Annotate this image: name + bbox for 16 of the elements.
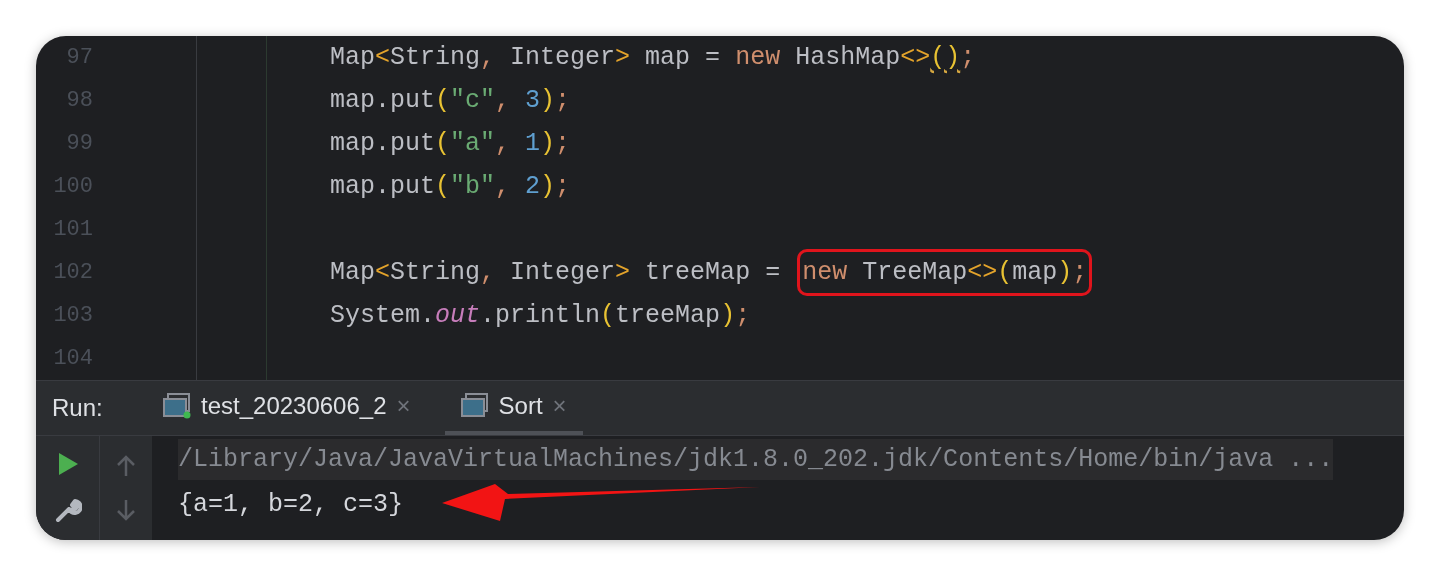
wrench-icon[interactable] — [53, 496, 82, 524]
console-icon — [460, 393, 489, 419]
code-line: Map<String, Integer> map = new HashMap<>(); — [330, 41, 976, 74]
highlighted-code: new TreeMap<>(map); — [797, 248, 1093, 297]
run-label: Run: — [52, 393, 104, 423]
code-line: map.put("b", 2); — [330, 170, 571, 203]
run-icon[interactable] — [56, 452, 79, 476]
code-line: map.put("c", 3); — [330, 84, 571, 117]
code-line: Map<String, Integer> treeMap = — [330, 256, 782, 289]
console-command: /Library/Java/JavaVirtualMachines/jdk1.8.0_202.jdk/Contents/Home/bin/java ... — [178, 439, 1334, 480]
console-icon — [163, 393, 191, 419]
console-output: {a=1, b=2, c=3} — [178, 488, 404, 521]
run-tab[interactable]: Sort × — [444, 381, 583, 435]
code-line: System.out.println(treeMap); — [330, 299, 751, 332]
run-tab[interactable]: test_20230606_2 × — [147, 381, 427, 435]
code-line: map.put("a", 1); — [330, 127, 571, 160]
